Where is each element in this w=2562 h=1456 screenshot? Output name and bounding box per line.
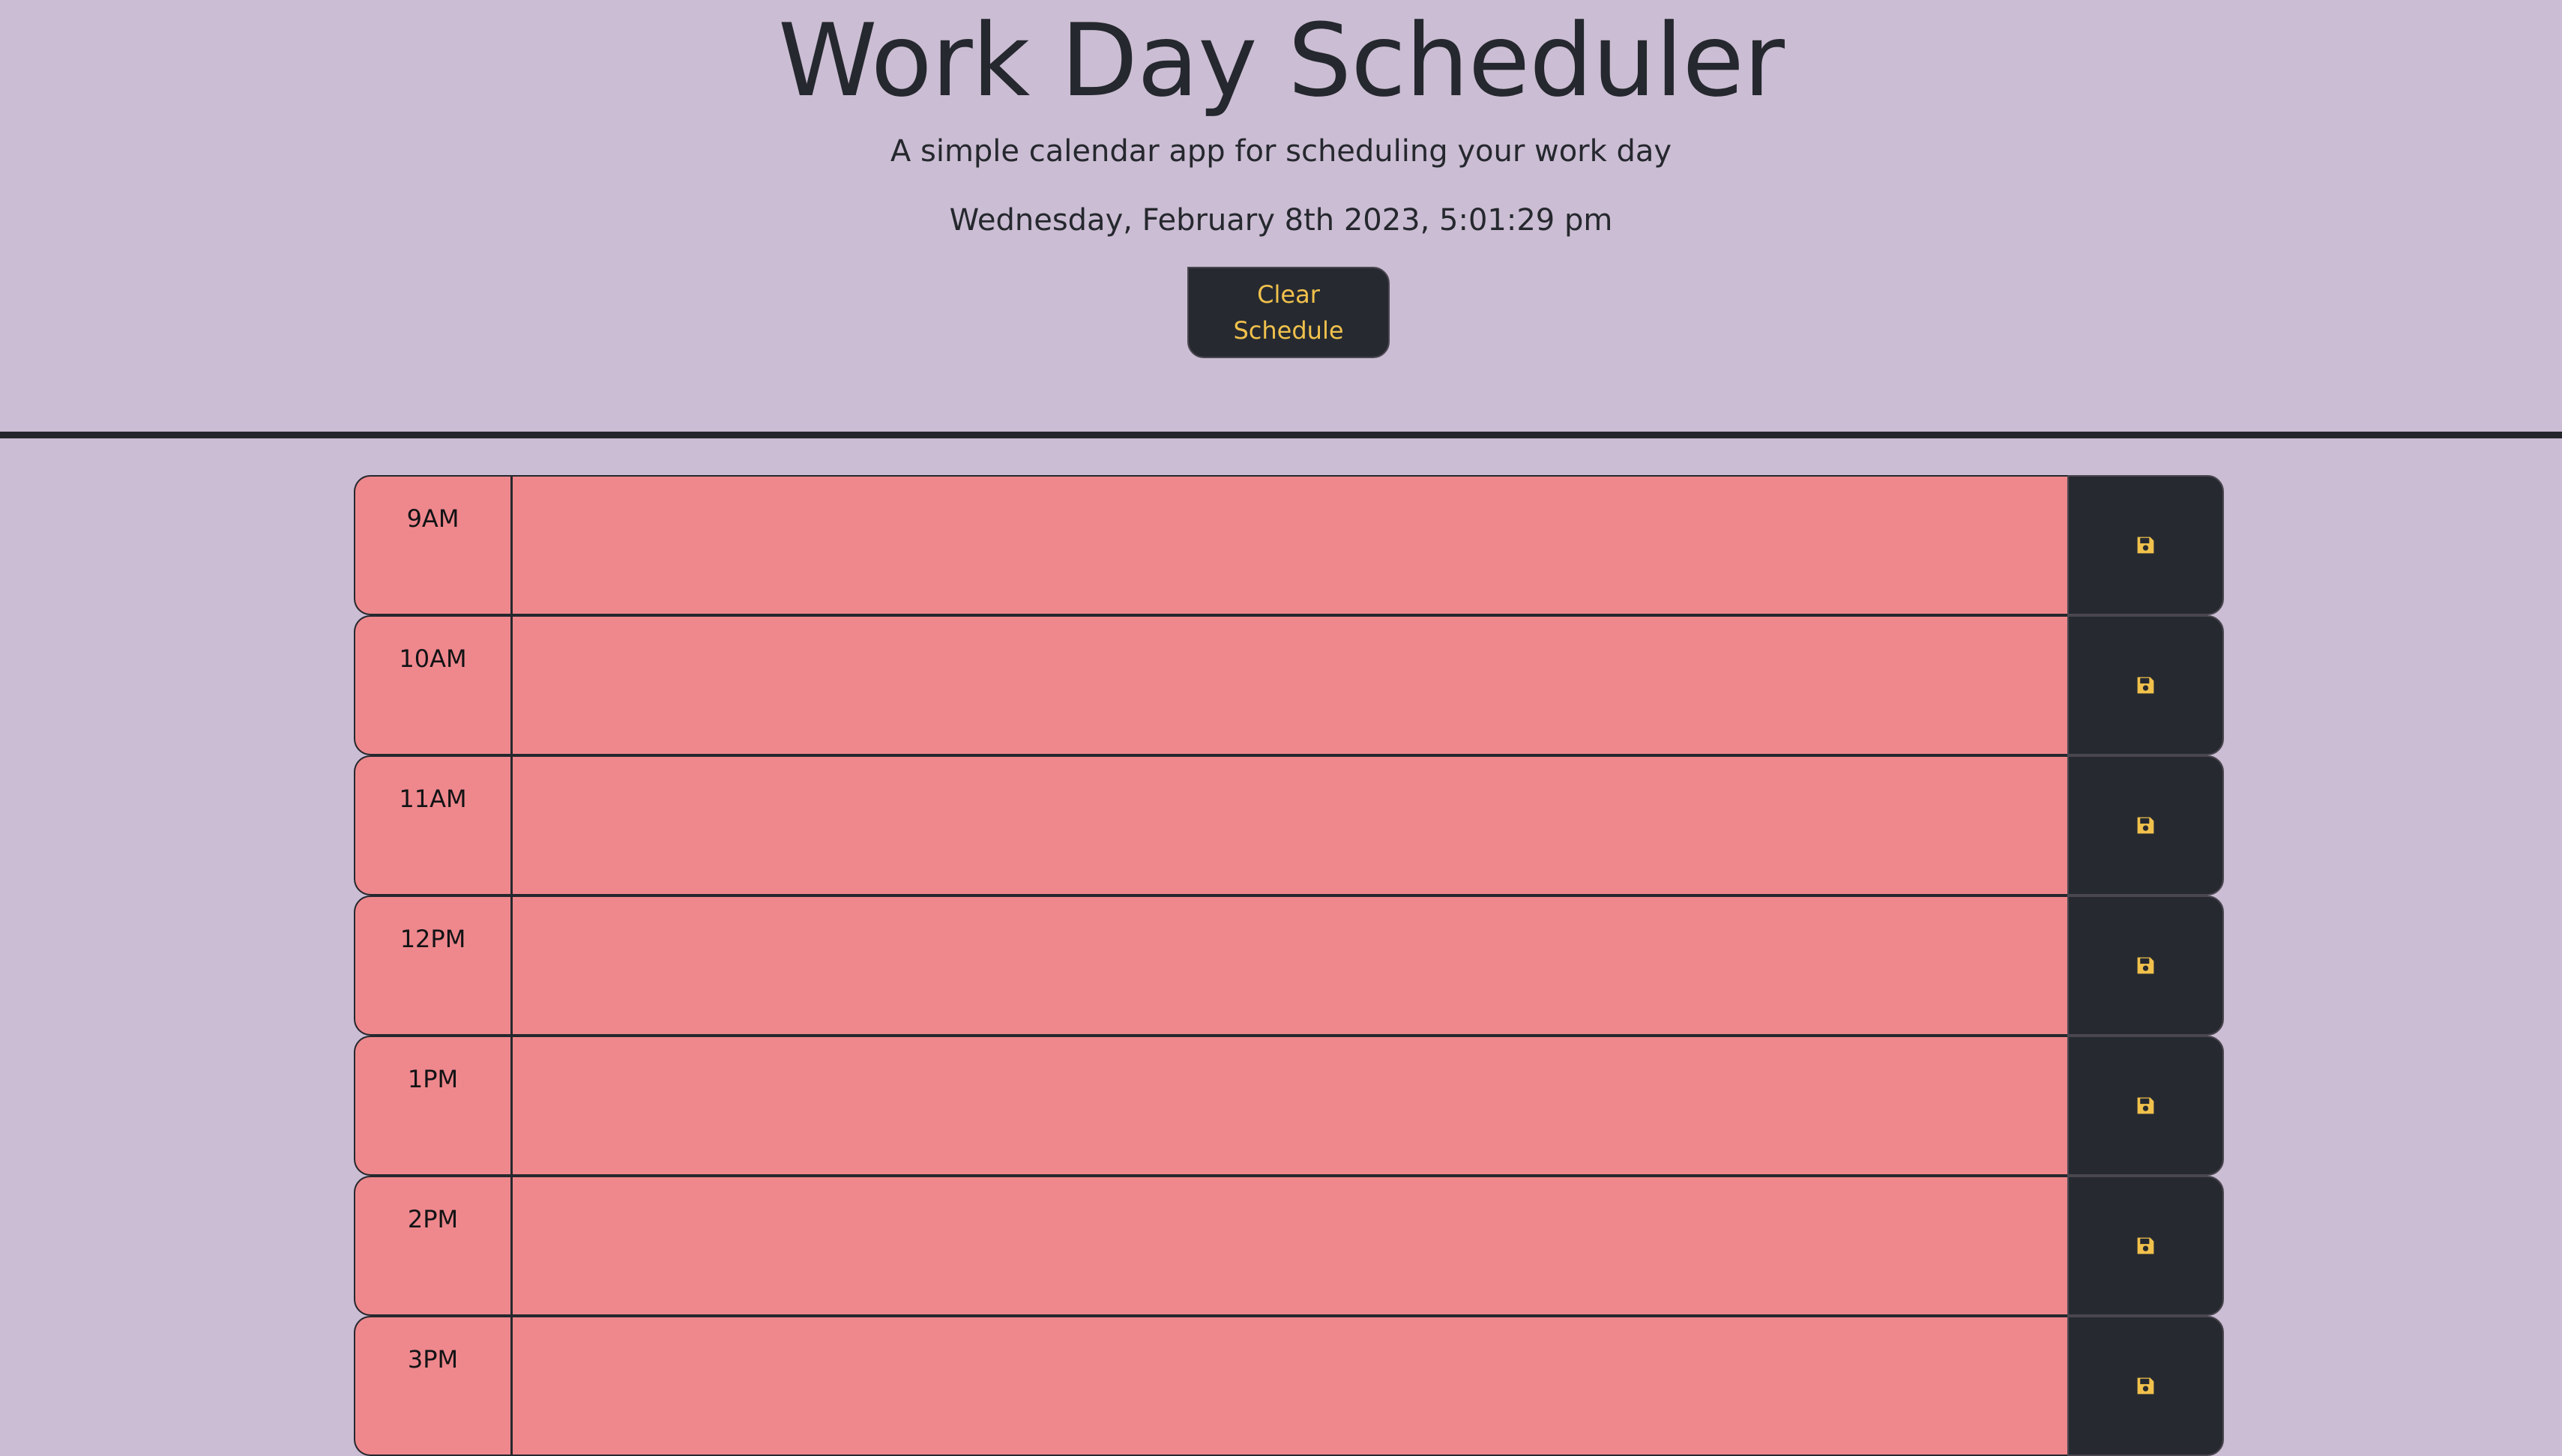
hour-label: 2PM	[354, 1176, 513, 1316]
save-button[interactable]	[2067, 1036, 2224, 1176]
hour-label: 9AM	[354, 475, 513, 615]
save-button[interactable]	[2067, 755, 2224, 895]
floppy-disk-icon	[2137, 1377, 2154, 1395]
save-button[interactable]	[2067, 895, 2224, 1036]
time-block: 12PM	[354, 895, 2224, 1036]
hour-label: 10AM	[354, 615, 513, 755]
clear-schedule-button[interactable]: Clear Schedule	[1187, 267, 1390, 358]
task-input[interactable]	[513, 1176, 2067, 1316]
hour-label: 1PM	[354, 1036, 513, 1176]
page-subtitle: A simple calendar app for scheduling you…	[890, 134, 1672, 169]
task-input[interactable]	[513, 615, 2067, 755]
time-block: 10AM	[354, 615, 2224, 755]
task-input[interactable]	[513, 1036, 2067, 1176]
hour-label: 12PM	[354, 895, 513, 1036]
time-block: 3PM	[354, 1316, 2224, 1456]
floppy-disk-icon	[2137, 537, 2154, 554]
task-input[interactable]	[513, 475, 2067, 615]
save-button[interactable]	[2067, 1176, 2224, 1316]
task-input[interactable]	[513, 1316, 2067, 1456]
save-button[interactable]	[2067, 615, 2224, 755]
task-input[interactable]	[513, 895, 2067, 1036]
time-block: 2PM	[354, 1176, 2224, 1316]
floppy-disk-icon	[2137, 1097, 2154, 1114]
time-block: 9AM	[354, 475, 2224, 615]
header-divider	[0, 432, 2562, 438]
floppy-disk-icon	[2137, 817, 2154, 834]
floppy-disk-icon	[2137, 677, 2154, 694]
time-block: 11AM	[354, 755, 2224, 895]
save-button[interactable]	[2067, 475, 2224, 615]
hour-label: 11AM	[354, 755, 513, 895]
page-header: Work Day Scheduler A simple calendar app…	[0, 0, 2562, 432]
page-title: Work Day Scheduler	[778, 2, 1785, 119]
hour-label: 3PM	[354, 1316, 513, 1456]
time-block: 1PM	[354, 1036, 2224, 1176]
floppy-disk-icon	[2137, 1237, 2154, 1254]
floppy-disk-icon	[2137, 957, 2154, 974]
task-input[interactable]	[513, 755, 2067, 895]
current-datetime: Wednesday, February 8th 2023, 5:01:29 pm	[949, 203, 1613, 238]
save-button[interactable]	[2067, 1316, 2224, 1456]
